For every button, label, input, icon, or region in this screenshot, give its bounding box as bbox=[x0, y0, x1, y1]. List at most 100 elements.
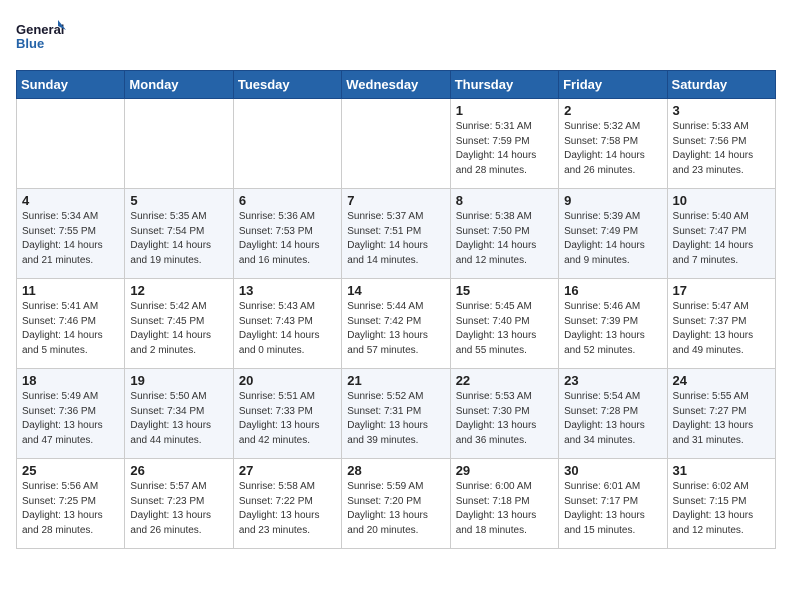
header-day-wednesday: Wednesday bbox=[342, 71, 450, 99]
calendar-cell: 6 Sunrise: 5:36 AMSunset: 7:53 PMDaylight… bbox=[233, 189, 341, 279]
day-number: 7 bbox=[347, 193, 444, 208]
calendar-cell: 11Sunrise: 5:41 AMSunset: 7:46 PMDayligh… bbox=[17, 279, 125, 369]
calendar-cell: 23 Sunrise: 5:54 AMSunset: 7:28 PMDayligh… bbox=[559, 369, 667, 459]
calendar-cell: 8Sunrise: 5:38 AMSunset: 7:50 PMDaylight… bbox=[450, 189, 558, 279]
calendar-cell: 18 Sunrise: 5:49 AMSunset: 7:36 PMDayligh… bbox=[17, 369, 125, 459]
header-day-sunday: Sunday bbox=[17, 71, 125, 99]
day-info: Sunrise: 5:36 AMSunset: 7:53 PMDaylight:… bbox=[239, 210, 336, 268]
calendar-cell: 12Sunrise: 5:42 AMSunset: 7:45 PMDayligh… bbox=[125, 279, 233, 369]
day-number: 6 bbox=[239, 193, 336, 208]
header-day-saturday: Saturday bbox=[667, 71, 775, 99]
calendar-cell: 1 Sunrise: 5:31 AMSunset: 7:59 PMDaylight… bbox=[450, 99, 558, 189]
calendar-cell: 3 Sunrise: 5:33 AMSunset: 7:56 PMDaylight… bbox=[667, 99, 775, 189]
day-number: 30 bbox=[564, 463, 661, 478]
day-number: 15 bbox=[456, 283, 553, 298]
calendar-cell: 9 Sunrise: 5:39 AMSunset: 7:49 PMDaylight… bbox=[559, 189, 667, 279]
calendar-cell: 20 Sunrise: 5:51 AMSunset: 7:33 PMDayligh… bbox=[233, 369, 341, 459]
day-info: Sunrise: 5:55 AMSunset: 7:27 PMDaylight:… bbox=[673, 390, 770, 448]
calendar-cell bbox=[17, 99, 125, 189]
day-number: 12 bbox=[130, 283, 227, 298]
calendar-header: SundayMondayTuesdayWednesdayThursdayFrid… bbox=[17, 71, 776, 99]
header-day-friday: Friday bbox=[559, 71, 667, 99]
day-number: 4 bbox=[22, 193, 119, 208]
day-info: Sunrise: 5:39 AMSunset: 7:49 PMDaylight:… bbox=[564, 210, 661, 268]
day-info: Sunrise: 5:50 AMSunset: 7:34 PMDaylight:… bbox=[130, 390, 227, 448]
day-info: Sunrise: 5:43 AMSunset: 7:43 PMDaylight:… bbox=[239, 300, 336, 358]
calendar-cell: 31 Sunrise: 6:02 AMSunset: 7:15 PMDayligh… bbox=[667, 459, 775, 549]
calendar-cell: 28 Sunrise: 5:59 AMSunset: 7:20 PMDayligh… bbox=[342, 459, 450, 549]
calendar-table: SundayMondayTuesdayWednesdayThursdayFrid… bbox=[16, 70, 776, 549]
day-number: 22 bbox=[456, 373, 553, 388]
day-number: 17 bbox=[673, 283, 770, 298]
calendar-cell: 25Sunrise: 5:56 AMSunset: 7:25 PMDayligh… bbox=[17, 459, 125, 549]
day-info: Sunrise: 6:02 AMSunset: 7:15 PMDaylight:… bbox=[673, 480, 770, 538]
day-info: Sunrise: 5:59 AMSunset: 7:20 PMDaylight:… bbox=[347, 480, 444, 538]
calendar-cell: 15Sunrise: 5:45 AMSunset: 7:40 PMDayligh… bbox=[450, 279, 558, 369]
calendar-cell: 16 Sunrise: 5:46 AMSunset: 7:39 PMDayligh… bbox=[559, 279, 667, 369]
day-info: Sunrise: 5:41 AMSunset: 7:46 PMDaylight:… bbox=[22, 300, 119, 358]
logo-svg: General Blue bbox=[16, 16, 66, 60]
header-day-thursday: Thursday bbox=[450, 71, 558, 99]
day-number: 5 bbox=[130, 193, 227, 208]
header-day-tuesday: Tuesday bbox=[233, 71, 341, 99]
day-info: Sunrise: 5:34 AMSunset: 7:55 PMDaylight:… bbox=[22, 210, 119, 268]
day-number: 29 bbox=[456, 463, 553, 478]
svg-text:General: General bbox=[16, 22, 64, 37]
calendar-cell: 4 Sunrise: 5:34 AMSunset: 7:55 PMDaylight… bbox=[17, 189, 125, 279]
day-info: Sunrise: 5:49 AMSunset: 7:36 PMDaylight:… bbox=[22, 390, 119, 448]
day-number: 13 bbox=[239, 283, 336, 298]
calendar-cell bbox=[125, 99, 233, 189]
day-info: Sunrise: 5:32 AMSunset: 7:58 PMDaylight:… bbox=[564, 120, 661, 178]
svg-text:Blue: Blue bbox=[16, 36, 44, 51]
day-number: 18 bbox=[22, 373, 119, 388]
day-info: Sunrise: 5:52 AMSunset: 7:31 PMDaylight:… bbox=[347, 390, 444, 448]
day-info: Sunrise: 5:51 AMSunset: 7:33 PMDaylight:… bbox=[239, 390, 336, 448]
day-info: Sunrise: 6:00 AMSunset: 7:18 PMDaylight:… bbox=[456, 480, 553, 538]
calendar-cell bbox=[342, 99, 450, 189]
day-number: 26 bbox=[130, 463, 227, 478]
day-number: 2 bbox=[564, 103, 661, 118]
day-number: 23 bbox=[564, 373, 661, 388]
day-number: 14 bbox=[347, 283, 444, 298]
week-row-1: 4 Sunrise: 5:34 AMSunset: 7:55 PMDaylight… bbox=[17, 189, 776, 279]
calendar-cell: 7 Sunrise: 5:37 AMSunset: 7:51 PMDaylight… bbox=[342, 189, 450, 279]
day-info: Sunrise: 5:38 AMSunset: 7:50 PMDaylight:… bbox=[456, 210, 553, 268]
day-info: Sunrise: 5:35 AMSunset: 7:54 PMDaylight:… bbox=[130, 210, 227, 268]
day-info: Sunrise: 5:57 AMSunset: 7:23 PMDaylight:… bbox=[130, 480, 227, 538]
day-number: 20 bbox=[239, 373, 336, 388]
day-number: 21 bbox=[347, 373, 444, 388]
day-info: Sunrise: 5:46 AMSunset: 7:39 PMDaylight:… bbox=[564, 300, 661, 358]
day-number: 27 bbox=[239, 463, 336, 478]
header-day-monday: Monday bbox=[125, 71, 233, 99]
day-number: 3 bbox=[673, 103, 770, 118]
week-row-2: 11Sunrise: 5:41 AMSunset: 7:46 PMDayligh… bbox=[17, 279, 776, 369]
day-number: 25 bbox=[22, 463, 119, 478]
day-number: 1 bbox=[456, 103, 553, 118]
day-number: 10 bbox=[673, 193, 770, 208]
week-row-4: 25Sunrise: 5:56 AMSunset: 7:25 PMDayligh… bbox=[17, 459, 776, 549]
day-number: 31 bbox=[673, 463, 770, 478]
day-info: Sunrise: 5:31 AMSunset: 7:59 PMDaylight:… bbox=[456, 120, 553, 178]
day-info: Sunrise: 5:58 AMSunset: 7:22 PMDaylight:… bbox=[239, 480, 336, 538]
day-number: 9 bbox=[564, 193, 661, 208]
day-info: Sunrise: 5:37 AMSunset: 7:51 PMDaylight:… bbox=[347, 210, 444, 268]
day-info: Sunrise: 5:40 AMSunset: 7:47 PMDaylight:… bbox=[673, 210, 770, 268]
calendar-cell: 19Sunrise: 5:50 AMSunset: 7:34 PMDayligh… bbox=[125, 369, 233, 459]
calendar-cell: 24Sunrise: 5:55 AMSunset: 7:27 PMDayligh… bbox=[667, 369, 775, 459]
logo: General Blue bbox=[16, 16, 66, 60]
calendar-cell: 17Sunrise: 5:47 AMSunset: 7:37 PMDayligh… bbox=[667, 279, 775, 369]
day-info: Sunrise: 5:53 AMSunset: 7:30 PMDaylight:… bbox=[456, 390, 553, 448]
day-info: Sunrise: 5:54 AMSunset: 7:28 PMDaylight:… bbox=[564, 390, 661, 448]
week-row-0: 1 Sunrise: 5:31 AMSunset: 7:59 PMDaylight… bbox=[17, 99, 776, 189]
calendar-cell: 29 Sunrise: 6:00 AMSunset: 7:18 PMDayligh… bbox=[450, 459, 558, 549]
calendar-cell: 21 Sunrise: 5:52 AMSunset: 7:31 PMDayligh… bbox=[342, 369, 450, 459]
calendar-body: 1 Sunrise: 5:31 AMSunset: 7:59 PMDaylight… bbox=[17, 99, 776, 549]
day-info: Sunrise: 5:33 AMSunset: 7:56 PMDaylight:… bbox=[673, 120, 770, 178]
calendar-cell bbox=[233, 99, 341, 189]
calendar-cell: 13 Sunrise: 5:43 AMSunset: 7:43 PMDayligh… bbox=[233, 279, 341, 369]
week-row-3: 18 Sunrise: 5:49 AMSunset: 7:36 PMDayligh… bbox=[17, 369, 776, 459]
day-number: 16 bbox=[564, 283, 661, 298]
calendar-cell: 26 Sunrise: 5:57 AMSunset: 7:23 PMDayligh… bbox=[125, 459, 233, 549]
day-number: 28 bbox=[347, 463, 444, 478]
day-info: Sunrise: 5:44 AMSunset: 7:42 PMDaylight:… bbox=[347, 300, 444, 358]
